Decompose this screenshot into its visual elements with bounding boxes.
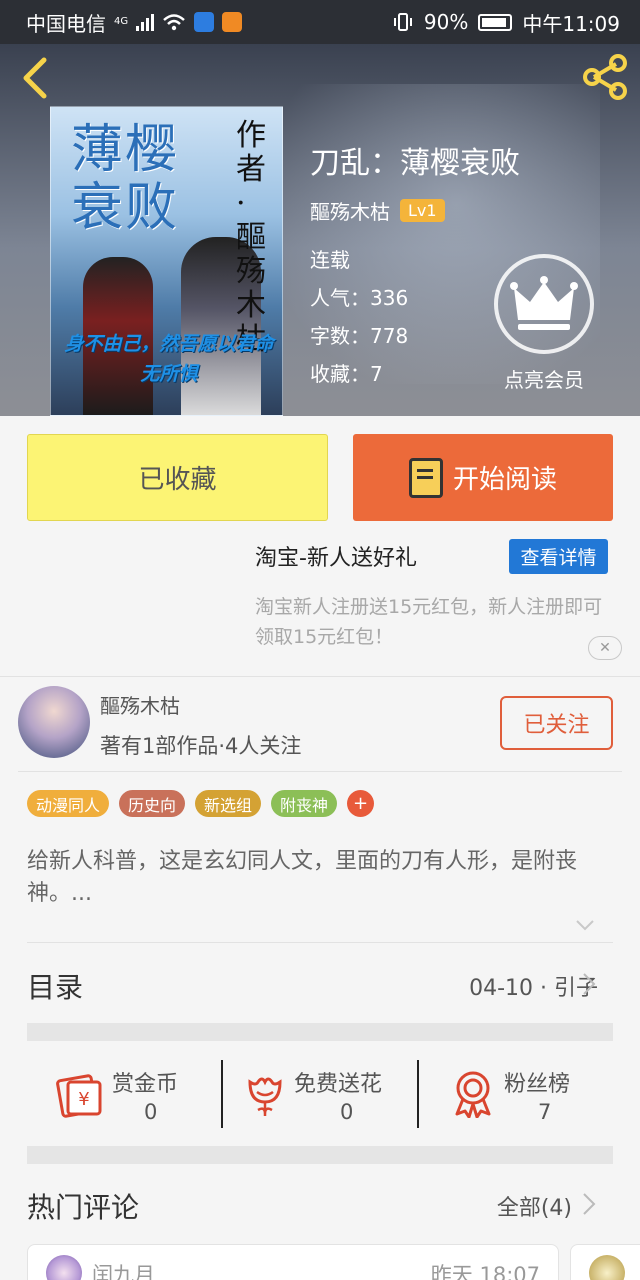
divider — [18, 771, 622, 772]
collected-button[interactable]: 已收藏 — [27, 434, 328, 521]
svg-text:¥: ¥ — [78, 1089, 89, 1110]
separator — [221, 1060, 223, 1128]
video-app-icon — [222, 12, 243, 32]
author-avatar[interactable] — [18, 686, 90, 758]
tag-1[interactable]: 历史向 — [119, 790, 186, 817]
book-title: 刀乱：薄樱衰败 — [310, 146, 520, 181]
battery-percent: 90% — [423, 10, 469, 34]
separator — [417, 1060, 419, 1128]
commenter-avatar[interactable] — [46, 1255, 82, 1280]
vibrate-icon — [393, 13, 412, 31]
book-header: 薄樱衰败 作者·醧殇木枯 身不由己，然吾愿以君命 无所惧 刀乱：薄樱衰败 醧殇木… — [0, 44, 640, 416]
back-arrow-icon[interactable] — [14, 54, 54, 102]
vip-label[interactable]: 点亮会员 — [494, 364, 594, 393]
commenter-avatar[interactable] — [589, 1255, 625, 1280]
ad-close-icon[interactable]: ✕ — [588, 636, 622, 660]
tag-3[interactable]: 附丧神 — [271, 790, 338, 817]
reward-label: 粉丝榜 — [504, 1072, 571, 1097]
reward-label: 免费送花 — [294, 1072, 383, 1097]
comment-card[interactable]: 闰九月 昨天 18:07 — [27, 1244, 559, 1280]
author-stats: 著有1部作品·4人关注 — [100, 734, 302, 758]
reward-coins[interactable]: ¥ 赏金币 0 — [50, 1058, 200, 1132]
book-popularity: 人气：336 — [310, 286, 409, 310]
clock: 中午11:09 — [522, 11, 620, 36]
ad-description[interactable]: 淘宝新人注册送15元红包，新人注册即可领取15元红包！ — [255, 592, 615, 652]
start-reading-button[interactable]: 开始阅读 — [353, 434, 613, 521]
reward-fan-ranking[interactable]: 粉丝榜 7 — [448, 1058, 598, 1132]
catalog-title[interactable]: 目录 — [27, 966, 83, 1006]
tag-0[interactable]: 动漫同人 — [27, 790, 110, 817]
reward-flowers[interactable]: 免费送花 0 — [240, 1058, 410, 1132]
cover-slogan-art: 身不由己，然吾愿以君命 无所惧 — [64, 333, 274, 385]
comment-card[interactable] — [570, 1244, 640, 1280]
share-icon[interactable] — [580, 52, 630, 102]
book-word-count: 字数：778 — [310, 324, 409, 348]
wifi-icon — [163, 14, 185, 31]
expand-chevron-down-icon[interactable] — [574, 914, 596, 936]
tag-2[interactable]: 新选组 — [195, 790, 262, 817]
hot-comments-title: 热门评论 — [27, 1191, 140, 1224]
reward-count: 0 — [144, 1100, 158, 1124]
latest-chapter[interactable]: 04-10 · 引子 — [469, 970, 598, 1002]
ad-title[interactable]: 淘宝-新人送好礼 — [255, 540, 417, 572]
coin-envelope-icon: ¥ — [56, 1074, 102, 1118]
book-author-name[interactable]: 醧殇木枯 — [310, 196, 390, 225]
book-status: 连载 — [310, 248, 350, 272]
commenter-name[interactable]: 闰九月 — [92, 1259, 155, 1280]
book-author-line: 醧殇木枯 Lv1 — [310, 196, 445, 225]
reward-count: 7 — [538, 1100, 552, 1124]
section-band — [27, 1146, 613, 1164]
battery-icon — [478, 13, 513, 31]
book-description[interactable]: 给新人科普，这是玄幻同人文，里面的刀有人形，是附丧神。... — [27, 846, 613, 910]
author-row[interactable]: 醧殇木枯 著有1部作品·4人关注 已关注 — [0, 676, 640, 772]
signal-icon — [136, 13, 155, 31]
vip-crown-button[interactable] — [494, 254, 594, 354]
author-name[interactable]: 醧殇木枯 — [100, 690, 180, 719]
cover-title-art: 薄樱衰败 — [71, 120, 180, 238]
shield-app-icon — [194, 12, 215, 32]
book-icon — [408, 457, 443, 498]
section-band — [27, 1023, 613, 1041]
flower-icon — [248, 1077, 282, 1116]
add-tag-icon[interactable]: + — [347, 790, 375, 817]
status-bar: 中国电信 4G 90% 中午11:09 — [0, 0, 640, 44]
carrier-name: 中国电信 — [26, 11, 106, 36]
ribbon-medal-icon — [455, 1071, 491, 1118]
start-reading-label: 开始阅读 — [452, 465, 557, 495]
comment-time: 昨天 18:07 — [430, 1263, 540, 1280]
divider — [27, 942, 613, 943]
tag-list: 动漫同人 历史向 新选组 附丧神 + — [27, 790, 375, 817]
followed-button[interactable]: 已关注 — [500, 696, 613, 750]
chevron-right-icon[interactable] — [582, 1192, 596, 1216]
network-type: 4G — [114, 16, 129, 27]
chevron-right-icon[interactable] — [582, 972, 596, 996]
all-comments-link[interactable]: 全部(4) — [497, 1190, 572, 1222]
reward-count: 0 — [340, 1100, 354, 1124]
reward-label: 赏金币 — [112, 1072, 179, 1097]
author-level-badge: Lv1 — [400, 199, 445, 222]
book-favorites: 收藏：7 — [310, 362, 383, 386]
cover-author-art: 作者·醧殇木枯 — [236, 118, 266, 357]
ad-details-button[interactable]: 查看详情 — [509, 539, 608, 574]
crown-icon — [510, 276, 578, 330]
book-cover[interactable]: 薄樱衰败 作者·醧殇木枯 身不由己，然吾愿以君命 无所惧 — [50, 106, 283, 416]
